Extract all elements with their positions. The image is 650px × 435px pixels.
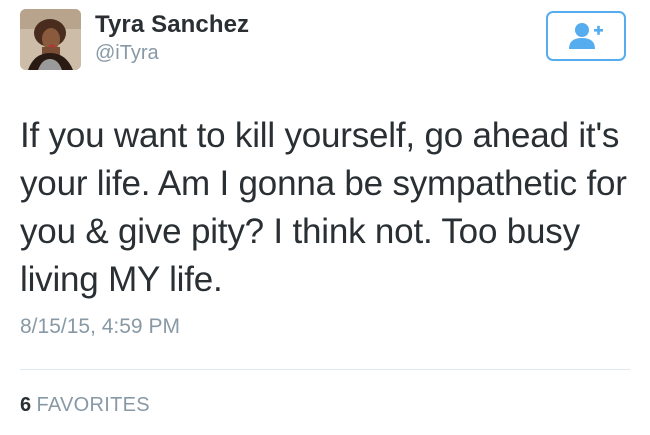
avatar-photo-icon	[20, 9, 81, 70]
tweet-timestamp[interactable]: 8/15/15, 4:59 PM	[20, 315, 180, 339]
divider	[20, 369, 630, 370]
follow-user-plus-icon	[569, 23, 603, 49]
favorites-label: FAVORITES	[36, 394, 150, 416]
tweet-card: Tyra Sanchez @iTyra If you want to kill …	[0, 0, 650, 435]
favorites-count: 6	[20, 394, 32, 416]
follow-button[interactable]	[546, 11, 626, 61]
avatar[interactable]	[20, 9, 81, 70]
favorites-stat[interactable]: 6 FAVORITES	[20, 394, 150, 417]
display-name[interactable]: Tyra Sanchez	[95, 11, 249, 39]
username-handle[interactable]: @iTyra	[95, 42, 159, 65]
tweet-text: If you want to kill yourself, go ahead i…	[20, 116, 627, 299]
